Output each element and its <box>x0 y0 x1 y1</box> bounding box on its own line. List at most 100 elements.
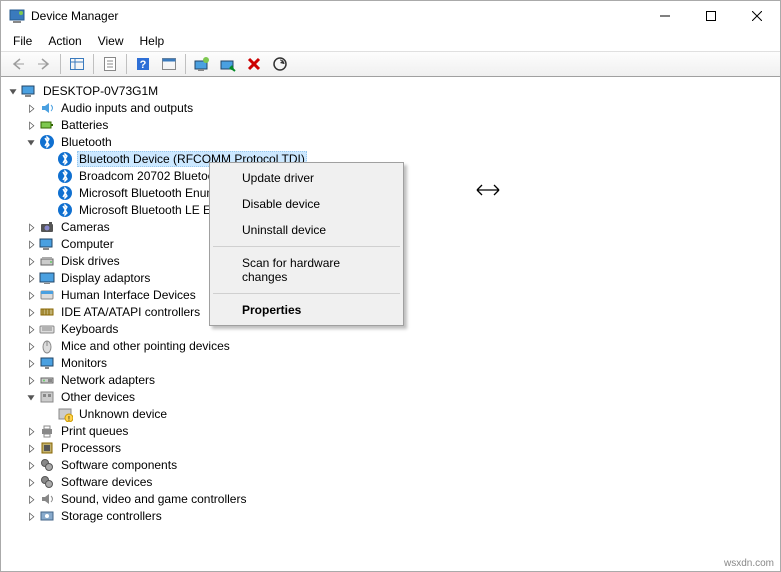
expand-toggle[interactable] <box>23 219 39 235</box>
toolbar-separator <box>126 54 127 74</box>
expand-toggle[interactable] <box>23 355 39 371</box>
audio-icon <box>39 100 55 116</box>
help-button[interactable]: ? <box>131 53 155 75</box>
expand-toggle[interactable] <box>23 338 39 354</box>
minimize-button[interactable] <box>642 1 688 31</box>
tree-category[interactable]: Mice and other pointing devices <box>1 337 780 354</box>
close-button[interactable] <box>734 1 780 31</box>
expand-toggle[interactable] <box>23 321 39 337</box>
expand-toggle[interactable] <box>23 474 39 490</box>
expand-toggle[interactable] <box>23 372 39 388</box>
update-driver-button[interactable] <box>190 53 214 75</box>
expand-toggle[interactable] <box>23 508 39 524</box>
display-icon <box>39 270 55 286</box>
tree-spacer <box>41 151 57 167</box>
back-button[interactable] <box>6 53 30 75</box>
tree-label: Storage controllers <box>59 509 164 523</box>
computer-icon <box>21 83 37 99</box>
mouse-icon <box>39 338 55 354</box>
svg-text:!: ! <box>68 416 70 422</box>
tree-label: Batteries <box>59 118 110 132</box>
tree-label: Network adapters <box>59 373 157 387</box>
forward-button[interactable] <box>32 53 56 75</box>
ide-icon <box>39 304 55 320</box>
expand-toggle[interactable] <box>23 423 39 439</box>
disable-button[interactable] <box>216 53 240 75</box>
tree-category[interactable]: Software components <box>1 456 780 473</box>
tree-category[interactable]: Processors <box>1 439 780 456</box>
properties-button[interactable] <box>98 53 122 75</box>
titlebar: Device Manager <box>1 1 780 31</box>
resize-cursor-icon <box>476 183 500 201</box>
swcomp-icon <box>39 457 55 473</box>
tree-label: Sound, video and game controllers <box>59 492 248 506</box>
tree-label: Audio inputs and outputs <box>59 101 195 115</box>
expand-toggle[interactable] <box>5 83 21 99</box>
bluetooth-icon <box>57 151 73 167</box>
tree-category[interactable]: Monitors <box>1 354 780 371</box>
other-icon <box>39 389 55 405</box>
tree-category[interactable]: Sound, video and game controllers <box>1 490 780 507</box>
tree-label: Broadcom 20702 Bluetooth <box>77 169 226 183</box>
menu-file[interactable]: File <box>5 32 40 50</box>
expand-toggle[interactable] <box>23 270 39 286</box>
tree-category[interactable]: Bluetooth <box>1 133 780 150</box>
camera-icon <box>39 219 55 235</box>
toolbar-separator <box>60 54 61 74</box>
tree-label: Mice and other pointing devices <box>59 339 232 353</box>
expand-toggle[interactable] <box>23 491 39 507</box>
context-menu-item[interactable]: Uninstall device <box>212 217 401 243</box>
show-hide-tree-button[interactable] <box>65 53 89 75</box>
toolbar-separator <box>93 54 94 74</box>
tree-root[interactable]: DESKTOP-0V73G1M <box>1 82 780 99</box>
expand-toggle[interactable] <box>23 440 39 456</box>
tree-label: Bluetooth <box>59 135 114 149</box>
tree-label: IDE ATA/ATAPI controllers <box>59 305 202 319</box>
tree-category[interactable]: Print queues <box>1 422 780 439</box>
window-title: Device Manager <box>31 9 118 23</box>
context-menu-separator <box>213 246 400 247</box>
expand-toggle[interactable] <box>23 117 39 133</box>
expand-toggle[interactable] <box>23 100 39 116</box>
tree-label: Monitors <box>59 356 109 370</box>
expand-toggle[interactable] <box>23 457 39 473</box>
context-menu-separator <box>213 293 400 294</box>
context-menu-item[interactable]: Scan for hardware changes <box>212 250 401 290</box>
context-menu-item[interactable]: Properties <box>212 297 401 323</box>
uninstall-button[interactable] <box>242 53 266 75</box>
context-menu: Update driverDisable deviceUninstall dev… <box>209 162 404 326</box>
expand-toggle[interactable] <box>23 236 39 252</box>
context-menu-item[interactable]: Disable device <box>212 191 401 217</box>
tree-label: Print queues <box>59 424 130 438</box>
tree-spacer <box>41 202 57 218</box>
tree-label: Human Interface Devices <box>59 288 198 302</box>
printer-icon <box>39 423 55 439</box>
tree-label: Computer <box>59 237 116 251</box>
unknown-icon: ! <box>57 406 73 422</box>
expand-toggle[interactable] <box>23 253 39 269</box>
action-pane-button[interactable] <box>157 53 181 75</box>
tree-category[interactable]: Network adapters <box>1 371 780 388</box>
expand-toggle[interactable] <box>23 287 39 303</box>
tree-category[interactable]: Audio inputs and outputs <box>1 99 780 116</box>
tree-category[interactable]: Other devices <box>1 388 780 405</box>
expand-toggle[interactable] <box>23 134 39 150</box>
maximize-button[interactable] <box>688 1 734 31</box>
scan-hardware-button[interactable] <box>268 53 292 75</box>
disk-icon <box>39 253 55 269</box>
tree-label: Cameras <box>59 220 112 234</box>
app-icon <box>9 8 25 24</box>
menu-view[interactable]: View <box>90 32 132 50</box>
menu-help[interactable]: Help <box>132 32 173 50</box>
tree-category[interactable]: Storage controllers <box>1 507 780 524</box>
tree-device[interactable]: !Unknown device <box>1 405 780 422</box>
watermark: wsxdn.com <box>724 558 774 569</box>
tree-label: Other devices <box>59 390 137 404</box>
menu-action[interactable]: Action <box>40 32 89 50</box>
context-menu-item[interactable]: Update driver <box>212 165 401 191</box>
tree-category[interactable]: Batteries <box>1 116 780 133</box>
tree-category[interactable]: Software devices <box>1 473 780 490</box>
expand-toggle[interactable] <box>23 389 39 405</box>
expand-toggle[interactable] <box>23 304 39 320</box>
bluetooth-icon <box>39 134 55 150</box>
